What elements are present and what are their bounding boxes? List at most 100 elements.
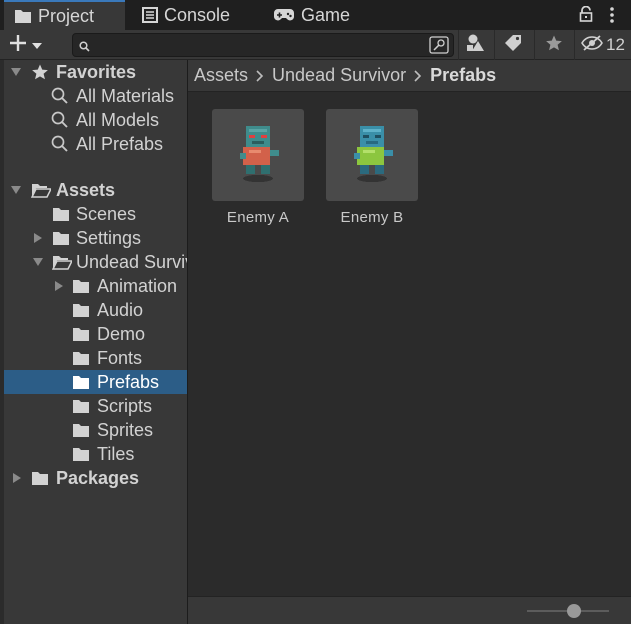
tree-folder-scripts[interactable]: Scripts [4, 394, 187, 418]
star-icon [545, 34, 563, 57]
folder-label: Scripts [97, 395, 153, 416]
search-by-label-button[interactable] [494, 30, 530, 60]
chevron-right-icon [256, 69, 264, 82]
tree-folder-undead-survivor[interactable]: Undead Survivor [4, 250, 187, 274]
plus-icon [8, 33, 28, 58]
folder-icon [72, 398, 90, 414]
tab-project-label: Project [38, 5, 95, 26]
folder-icon [72, 350, 90, 366]
favorite-label: All Prefabs [76, 133, 164, 154]
folder-label: Demo [97, 323, 146, 344]
star-icon [31, 63, 49, 81]
tree-folder-demo[interactable]: Demo [4, 322, 187, 346]
more-options-icon[interactable] [608, 6, 616, 29]
search-icon [51, 135, 69, 153]
expand-arrow-icon[interactable] [10, 66, 22, 78]
save-search-button[interactable] [534, 30, 572, 60]
advanced-search-icon[interactable] [429, 36, 449, 59]
folder-label: Tiles [97, 443, 135, 464]
breadcrumb-item-undead-survivor[interactable]: Undead Survivor [272, 65, 406, 86]
tree-assets-label: Assets [56, 179, 116, 200]
chevron-right-icon [414, 69, 422, 82]
tree-packages-label: Packages [56, 467, 140, 488]
folder-icon [31, 470, 49, 486]
hidden-packages-toggle[interactable]: 12 [574, 30, 631, 60]
hidden-count: 12 [606, 35, 625, 54]
tree-packages[interactable]: Packages [4, 466, 187, 490]
favorite-label: All Materials [76, 85, 175, 106]
tab-game-label: Game [301, 4, 351, 25]
folder-icon [14, 8, 32, 24]
collapsed-arrow-icon[interactable] [32, 232, 44, 244]
gamepad-icon [273, 8, 295, 22]
tab-console[interactable]: Console [140, 0, 230, 30]
folder-tree: Favorites All Materials All Models All P… [4, 60, 187, 624]
folder-icon [72, 302, 90, 318]
search-icon [79, 39, 90, 57]
tree-folder-scenes[interactable]: Scenes [4, 202, 187, 226]
favorite-all-materials[interactable]: All Materials [4, 84, 187, 108]
folder-icon [72, 326, 90, 342]
tree-assets[interactable]: Assets [4, 178, 187, 202]
zombie-sprite-icon [348, 123, 396, 188]
tree-folder-tiles[interactable]: Tiles [4, 442, 187, 466]
tree-folder-sprites[interactable]: Sprites [4, 418, 187, 442]
favorite-all-models[interactable]: All Models [4, 108, 187, 132]
breadcrumb-item-assets[interactable]: Assets [194, 65, 248, 86]
folder-label: Fonts [97, 347, 143, 368]
folder-icon [52, 206, 70, 222]
tree-folder-audio[interactable]: Audio [4, 298, 187, 322]
tree-folder-prefabs[interactable]: Prefabs [4, 370, 187, 394]
folder-label: Animation [97, 275, 178, 296]
folder-icon [72, 446, 90, 462]
breadcrumb: Assets Undead Survivor Prefabs [188, 60, 631, 92]
prefab-thumbnail[interactable] [212, 109, 304, 201]
expand-arrow-icon[interactable] [32, 256, 44, 268]
folder-label: Audio [97, 299, 144, 320]
folder-icon [52, 230, 70, 246]
create-menu-button[interactable] [8, 33, 54, 57]
search-by-type-button[interactable] [458, 30, 492, 60]
favorite-label: All Models [76, 109, 160, 130]
tab-bar: Project Console Game [0, 0, 631, 30]
expand-arrow-icon[interactable] [10, 184, 22, 196]
eye-hidden-icon [581, 34, 603, 56]
tree-favorites[interactable]: Favorites [4, 60, 187, 84]
prefab-thumbnail[interactable] [326, 109, 418, 201]
folder-label: Scenes [76, 203, 137, 224]
folder-icon [72, 422, 90, 438]
status-bar [188, 596, 631, 624]
folder-label: Undead Survivor [76, 251, 187, 272]
lock-icon[interactable] [579, 5, 593, 27]
search-field[interactable] [72, 33, 454, 57]
folder-label: Settings [76, 227, 142, 248]
tree-favorites-label: Favorites [56, 61, 137, 82]
collapsed-arrow-icon[interactable] [53, 280, 65, 292]
zoom-slider-handle[interactable] [567, 604, 581, 618]
folder-icon [72, 278, 90, 294]
folder-open-icon [31, 182, 51, 198]
tab-console-label: Console [164, 4, 231, 25]
asset-grid: Enemy A Enemy B [188, 92, 631, 596]
asset-item-enemy-b[interactable]: Enemy B [326, 109, 418, 226]
zombie-sprite-icon [234, 123, 282, 188]
tree-folder-animation[interactable]: Animation [4, 274, 187, 298]
asset-name: Enemy A [226, 209, 290, 226]
search-input[interactable] [95, 36, 423, 54]
favorite-all-prefabs[interactable]: All Prefabs [4, 132, 187, 156]
chevron-down-icon [32, 36, 42, 54]
search-icon [51, 87, 69, 105]
tag-icon [503, 33, 523, 58]
asset-item-enemy-a[interactable]: Enemy A [212, 109, 304, 226]
collapsed-arrow-icon[interactable] [11, 472, 23, 484]
shapes-icon [466, 33, 486, 58]
console-icon [142, 7, 158, 23]
tab-project[interactable]: Project [4, 0, 125, 30]
tree-folder-settings[interactable]: Settings [4, 226, 187, 250]
folder-open-icon [52, 254, 72, 270]
breadcrumb-item-prefabs[interactable]: Prefabs [430, 65, 496, 86]
folder-label: Sprites [97, 419, 154, 440]
project-toolbar: 12 [0, 30, 631, 60]
tab-game[interactable]: Game [273, 0, 350, 30]
tree-folder-fonts[interactable]: Fonts [4, 346, 187, 370]
